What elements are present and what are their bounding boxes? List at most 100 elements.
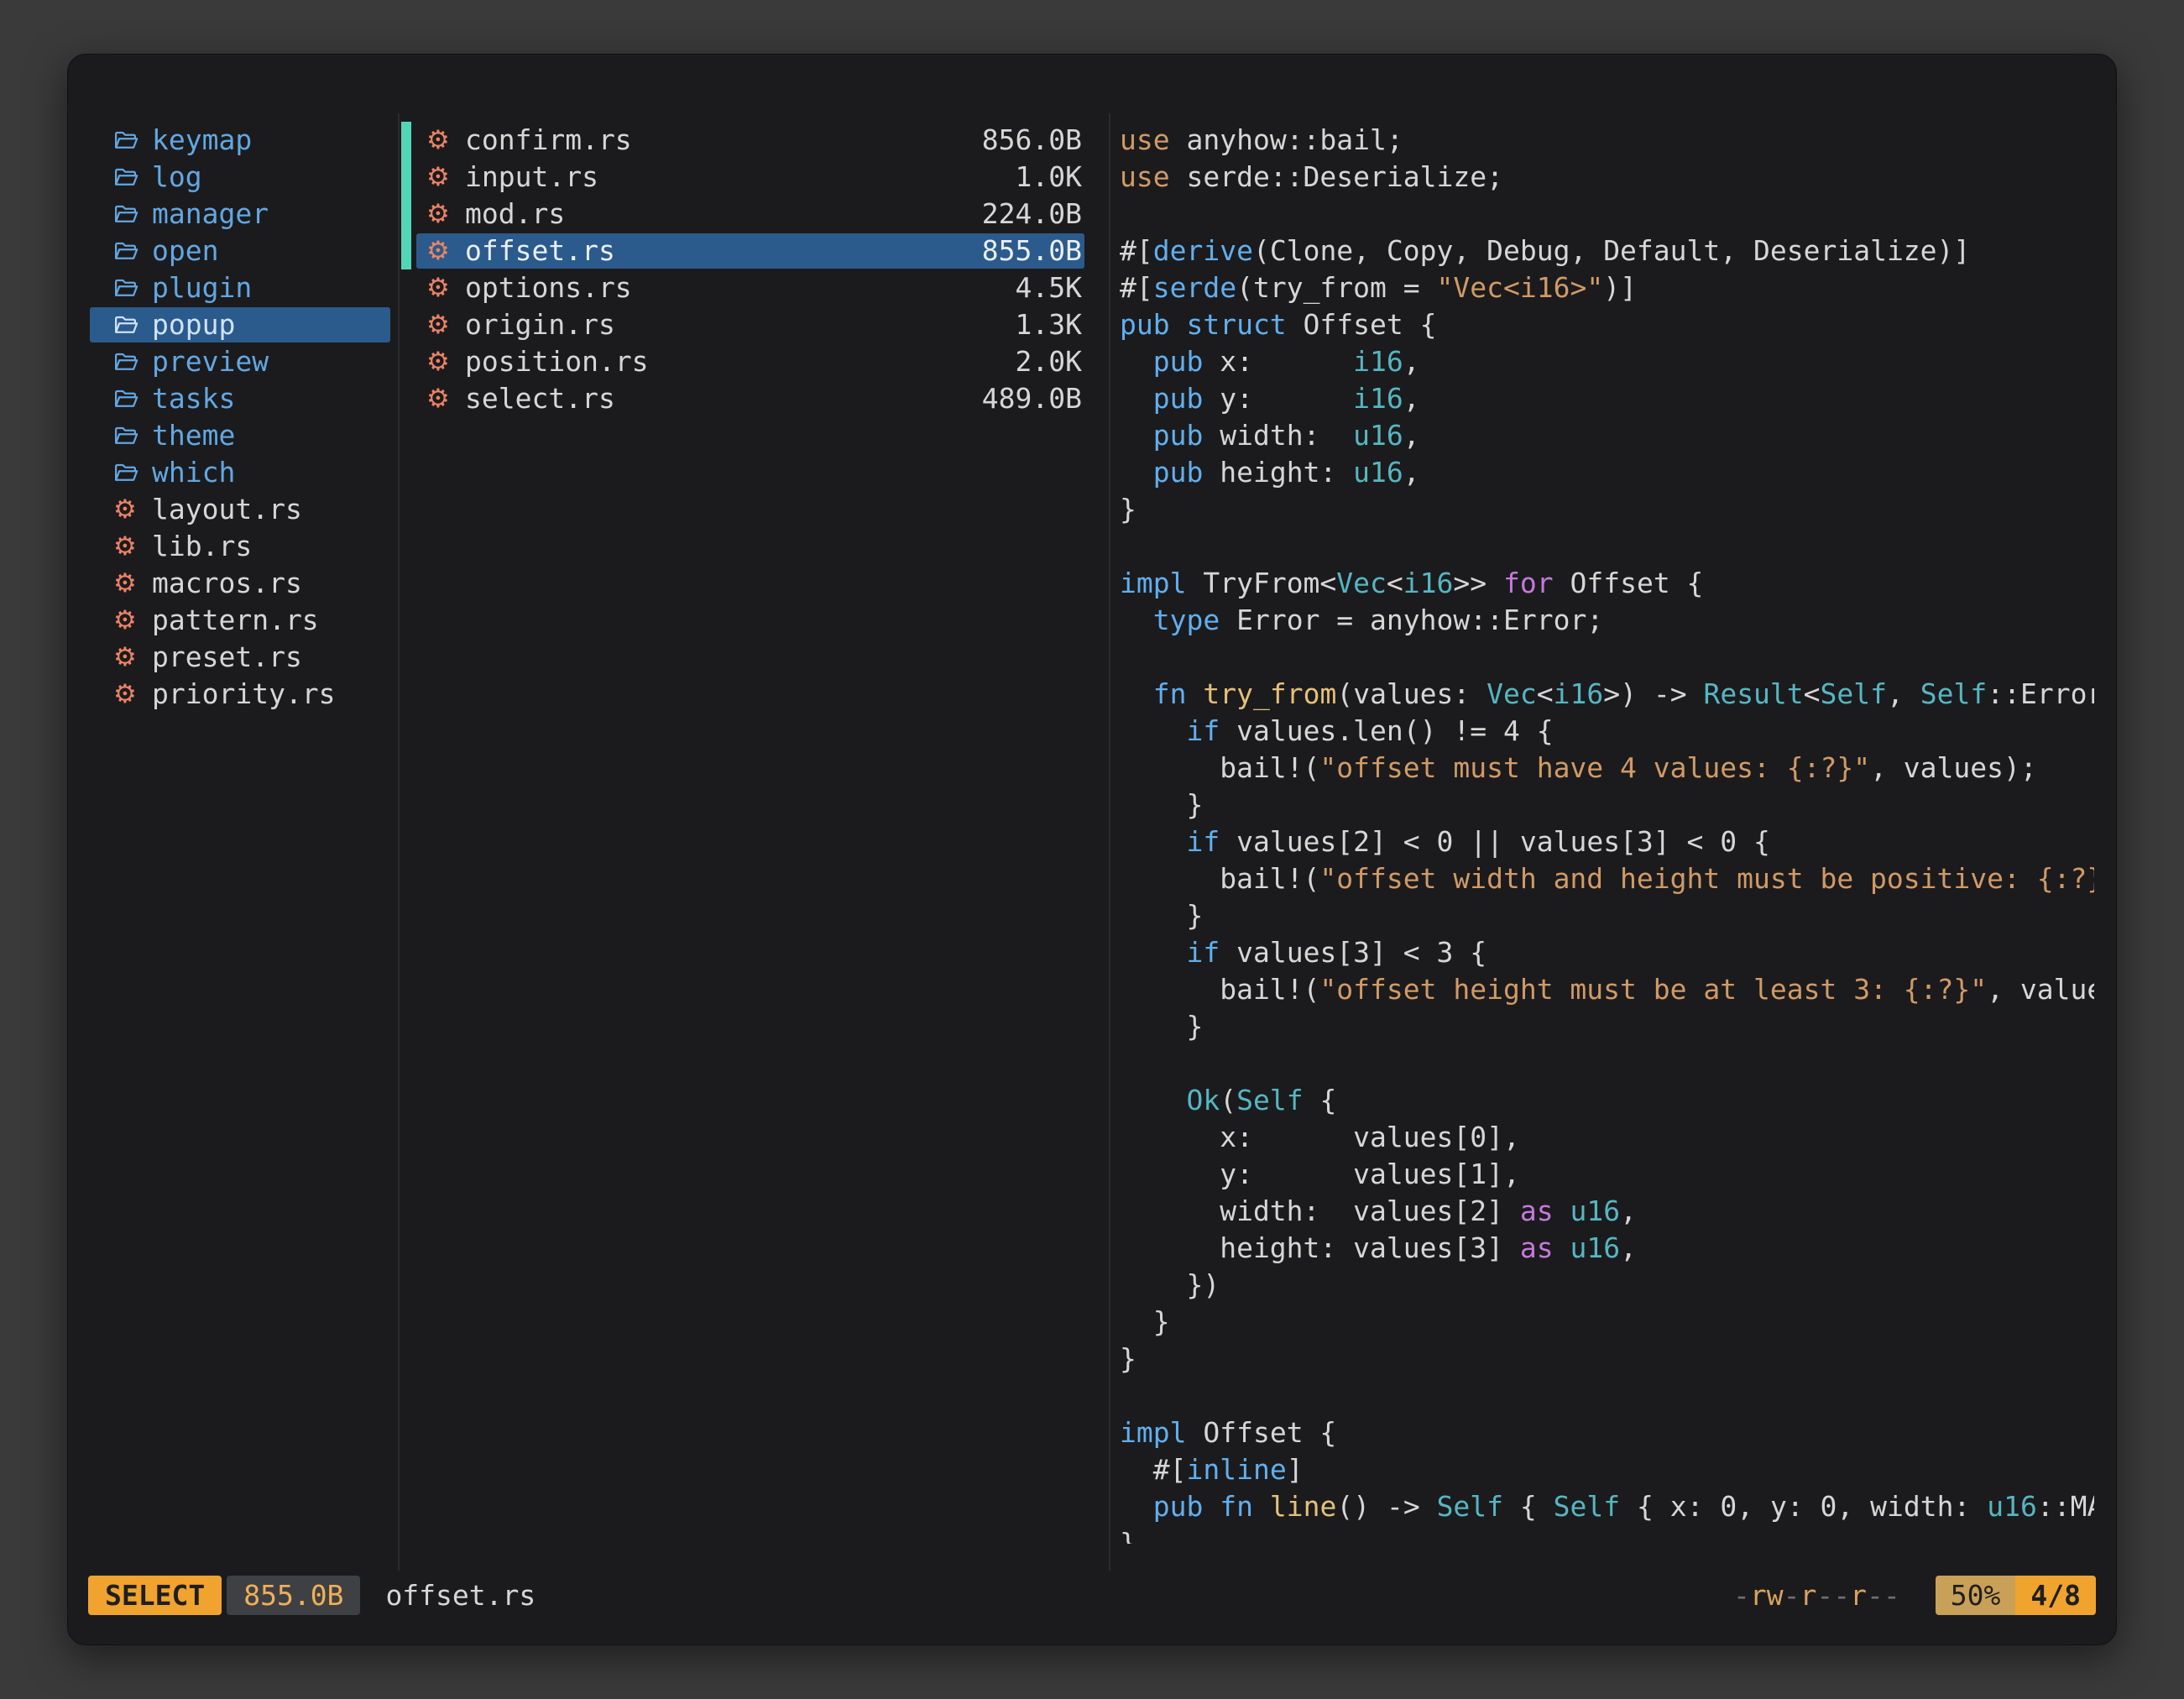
- item-label: priority.rs: [152, 676, 336, 713]
- code-line: if values[3] < 3 {: [1120, 934, 2094, 971]
- code-line: width: values[2] as u16,: [1120, 1193, 2094, 1230]
- sidebar-item[interactable]: ⚙︎ manager: [90, 196, 394, 233]
- folder-icon: [113, 238, 142, 264]
- folder-icon: [113, 312, 142, 337]
- folder-icon: [113, 165, 142, 190]
- code-line: }: [1120, 1304, 2094, 1341]
- file-list-item[interactable]: ⚙︎ input.rs 1.0K: [401, 159, 1109, 196]
- code-line: pub x: i16,: [1120, 343, 2094, 380]
- code-line: pub width: u16,: [1120, 417, 2094, 454]
- sidebar-item[interactable]: ⚙︎ macros.rs: [90, 565, 394, 602]
- code-line: if values[2] < 0 || values[3] < 0 {: [1120, 823, 2094, 860]
- code-line: height: values[3] as u16,: [1120, 1230, 2094, 1267]
- code-line: bail!("offset width and height must be p…: [1120, 860, 2094, 897]
- code-line: [1120, 196, 2094, 233]
- file-size: 1.3K: [1016, 306, 1082, 343]
- code-line: [1120, 639, 2094, 676]
- file-name: options.rs: [465, 269, 1016, 306]
- file-list-item[interactable]: ⚙︎ select.rs 489.0B: [401, 380, 1109, 417]
- permissions-text: -rw-r--r--: [1733, 1576, 1900, 1615]
- rust-icon: ⚙︎: [426, 306, 455, 343]
- sidebar-item[interactable]: ⚙︎ preset.rs: [90, 639, 394, 676]
- rust-icon: ⚙︎: [426, 343, 455, 380]
- file-name: position.rs: [465, 343, 1016, 380]
- item-label: tasks: [152, 380, 235, 417]
- sidebar-item[interactable]: ⚙︎ keymap: [90, 122, 394, 159]
- file-name: origin.rs: [465, 306, 1016, 343]
- preview-pane: use anyhow::bail;use serde::Deserialize;…: [1120, 122, 2094, 1544]
- sidebar-item[interactable]: ⚙︎ lib.rs: [90, 528, 394, 565]
- file-size: 2.0K: [1016, 343, 1082, 380]
- file-list-item[interactable]: ⚙︎ position.rs 2.0K: [401, 343, 1109, 380]
- code-line: impl TryFrom<Vec<i16>> for Offset {: [1120, 565, 2094, 602]
- sidebar-item[interactable]: ⚙︎ plugin: [90, 269, 394, 306]
- file-name: select.rs: [465, 380, 982, 417]
- status-left: SELECT 855.0B offset.rs: [88, 1576, 536, 1615]
- code-line: #[serde(try_from = "Vec<i16>")]: [1120, 269, 2094, 306]
- sidebar-item[interactable]: ⚙︎ popup: [90, 306, 394, 343]
- code-line: }: [1120, 897, 2094, 934]
- code-line: y: values[1],: [1120, 1156, 2094, 1193]
- file-name: mod.rs: [465, 196, 982, 233]
- item-label: log: [152, 159, 202, 196]
- item-label: preset.rs: [152, 639, 302, 676]
- item-label: popup: [152, 306, 235, 343]
- file-list-item[interactable]: ⚙︎ mod.rs 224.0B: [401, 196, 1109, 233]
- file-name: input.rs: [465, 159, 1016, 196]
- rust-icon: ⚙︎: [113, 639, 142, 676]
- sidebar-item[interactable]: ⚙︎ tasks: [90, 380, 394, 417]
- status-right: -rw-r--r-- 50% 4/8: [1733, 1576, 2096, 1615]
- file-list-item[interactable]: ⚙︎ offset.rs 855.0B: [401, 233, 1109, 269]
- code-line: }: [1120, 1525, 2094, 1544]
- item-label: which: [152, 454, 235, 491]
- selection-mark-bar: [401, 159, 411, 196]
- selection-mark-bar: [401, 122, 411, 159]
- sidebar-item[interactable]: ⚙︎ log: [90, 159, 394, 196]
- item-label: lib.rs: [152, 528, 252, 565]
- rust-icon: ⚙︎: [113, 565, 142, 602]
- code-line: [1120, 528, 2094, 565]
- sidebar-item[interactable]: ⚙︎ layout.rs: [90, 491, 394, 528]
- folder-icon: [113, 275, 142, 301]
- code-line: x: values[0],: [1120, 1119, 2094, 1156]
- item-label: layout.rs: [152, 491, 302, 528]
- sidebar-item[interactable]: ⚙︎ which: [90, 454, 394, 491]
- rust-icon: ⚙︎: [113, 602, 142, 639]
- code-line: }: [1120, 1008, 2094, 1045]
- code-line: }: [1120, 787, 2094, 823]
- sidebar-item[interactable]: ⚙︎ priority.rs: [90, 676, 394, 713]
- file-list-item[interactable]: ⚙︎ origin.rs 1.3K: [401, 306, 1109, 343]
- item-label: plugin: [152, 269, 252, 306]
- code-line: Ok(Self {: [1120, 1082, 2094, 1119]
- folder-icon: [113, 349, 142, 374]
- code-line: if values.len() != 4 {: [1120, 713, 2094, 750]
- code-line: bail!("offset height must be at least 3:…: [1120, 971, 2094, 1008]
- folder-icon: [113, 128, 142, 153]
- code-line: bail!("offset must have 4 values: {:?}",…: [1120, 750, 2094, 787]
- selection-mark-bar: [401, 233, 411, 269]
- sidebar-item[interactable]: ⚙︎ preview: [90, 343, 394, 380]
- file-list-item[interactable]: ⚙︎ options.rs 4.5K: [401, 269, 1109, 306]
- rust-icon: ⚙︎: [113, 528, 142, 565]
- rust-icon: ⚙︎: [426, 269, 455, 306]
- cursor-position-badge: 4/8: [2015, 1576, 2096, 1615]
- pane-divider-left: [398, 113, 400, 1571]
- file-size: 4.5K: [1016, 269, 1082, 306]
- folder-icon: [113, 460, 142, 485]
- pane-divider-right: [1109, 113, 1110, 1571]
- sidebar-item[interactable]: ⚙︎ theme: [90, 417, 394, 454]
- code-line: pub y: i16,: [1120, 380, 2094, 417]
- file-pane-list: ⚙︎ confirm.rs 856.0B ⚙︎ input.rs 1.0K ⚙︎…: [401, 122, 1109, 417]
- folder-icon: [113, 386, 142, 411]
- code-line: impl Offset {: [1120, 1414, 2094, 1451]
- preview-code: use anyhow::bail;use serde::Deserialize;…: [1120, 122, 2094, 1544]
- sidebar-item[interactable]: ⚙︎ pattern.rs: [90, 602, 394, 639]
- file-list-item[interactable]: ⚙︎ confirm.rs 856.0B: [401, 122, 1109, 159]
- item-label: macros.rs: [152, 565, 302, 602]
- sidebar-item[interactable]: ⚙︎ open: [90, 233, 394, 269]
- status-bar: SELECT 855.0B offset.rs -rw-r--r-- 50% 4…: [88, 1576, 2096, 1615]
- folder-icon: [113, 201, 142, 227]
- selection-mark-bar: [401, 196, 411, 233]
- file-name: offset.rs: [465, 233, 982, 269]
- code-line: [1120, 1377, 2094, 1414]
